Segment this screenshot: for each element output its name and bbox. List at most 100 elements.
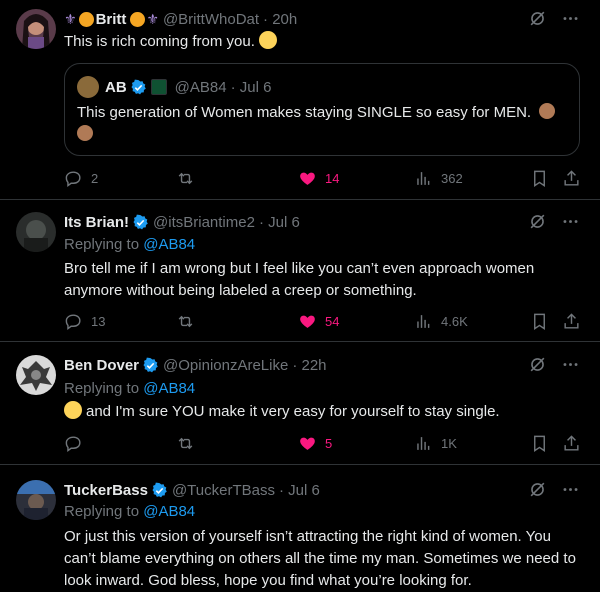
heart-icon bbox=[300, 437, 315, 450]
handle[interactable]: @OpinionzAreLike bbox=[163, 357, 288, 374]
verified-badge-icon bbox=[131, 79, 146, 94]
replying-to-link[interactable]: @AB84 bbox=[143, 503, 195, 520]
avatar[interactable] bbox=[77, 76, 99, 98]
replying-to-link[interactable]: @AB84 bbox=[143, 236, 195, 253]
verified-badge-icon bbox=[143, 357, 158, 372]
share-icon bbox=[564, 170, 579, 186]
replying-to-link[interactable]: @AB84 bbox=[143, 380, 195, 397]
like-button[interactable]: 54 bbox=[298, 312, 339, 331]
more-options-icon[interactable] bbox=[561, 355, 580, 374]
display-name[interactable]: Its Brian! bbox=[64, 214, 129, 231]
retweet-icon bbox=[178, 437, 193, 450]
display-name[interactable]: Ben Dover bbox=[64, 357, 139, 374]
share-button[interactable] bbox=[562, 312, 581, 331]
like-button[interactable]: 14 bbox=[298, 169, 339, 188]
replying-to-label: Replying to bbox=[64, 236, 140, 253]
bookmark-button[interactable] bbox=[530, 312, 549, 331]
avatar[interactable] bbox=[16, 212, 56, 252]
display-name[interactable]: AB bbox=[105, 79, 127, 96]
quoted-tweet[interactable]: AB @AB84 · Jul 6 This generation of Wome… bbox=[64, 63, 580, 156]
tweet[interactable]: ⚜ Britt ⚜ @BrittWhoDat · 20h This is ric… bbox=[0, 0, 600, 200]
like-count: 14 bbox=[325, 171, 340, 186]
rofl-emoji-icon bbox=[64, 401, 82, 419]
tweet-top-actions bbox=[528, 9, 580, 28]
more-options-icon[interactable] bbox=[561, 480, 580, 499]
tweet-header: Its Brian! @itsBriantime2 · Jul 6 bbox=[64, 212, 540, 232]
views-button[interactable]: 1K bbox=[414, 434, 457, 453]
share-button[interactable] bbox=[562, 434, 581, 453]
view-count: 362 bbox=[441, 171, 463, 186]
tweet[interactable]: Its Brian! @itsBriantime2 · Jul 6 Replyi… bbox=[0, 200, 600, 342]
retweet-button[interactable] bbox=[176, 434, 195, 453]
replying-to: Replying to @AB84 bbox=[64, 380, 195, 397]
handle[interactable]: @AB84 bbox=[175, 79, 227, 96]
views-button[interactable]: 4.6K bbox=[414, 312, 468, 331]
reply-icon bbox=[65, 314, 81, 331]
handle[interactable]: @TuckerTBass bbox=[172, 482, 275, 499]
tweet-actions: 2 14 362 bbox=[64, 169, 584, 189]
timestamp[interactable]: · 20h bbox=[263, 11, 297, 28]
pleading-face-icon bbox=[259, 31, 278, 49]
tweet[interactable]: TuckerBass @TuckerTBass · Jul 6 Replying… bbox=[0, 465, 600, 589]
share-icon bbox=[564, 435, 579, 451]
avatar[interactable] bbox=[16, 9, 56, 49]
handle[interactable]: @itsBriantime2 bbox=[153, 214, 255, 231]
tweet-text-content: This is rich coming from you. bbox=[64, 33, 255, 50]
replying-to-label: Replying to bbox=[64, 503, 140, 520]
bookmark-icon bbox=[534, 170, 545, 187]
reply-icon bbox=[65, 436, 81, 453]
views-button[interactable]: 362 bbox=[414, 169, 463, 188]
grok-icon[interactable] bbox=[528, 9, 547, 28]
tweet-actions: 13 54 4.6K bbox=[64, 312, 584, 332]
grok-icon[interactable] bbox=[528, 355, 547, 374]
grok-icon[interactable] bbox=[528, 480, 547, 499]
timestamp[interactable]: · Jul 6 bbox=[231, 79, 272, 96]
orange-circle-icon bbox=[78, 11, 94, 27]
timestamp[interactable]: · Jul 6 bbox=[259, 214, 300, 231]
retweet-button[interactable] bbox=[176, 312, 195, 331]
quote-text: This generation of Women makes staying S… bbox=[77, 102, 567, 146]
share-icon bbox=[564, 313, 579, 329]
tweet[interactable]: Ben Dover @OpinionzAreLike · 22h Replyin… bbox=[0, 342, 600, 465]
affiliate-badge-icon bbox=[150, 79, 167, 95]
man-shrugging-icon bbox=[539, 103, 556, 119]
views-icon bbox=[417, 437, 430, 450]
retweet-icon bbox=[178, 315, 193, 328]
reply-button[interactable]: 13 bbox=[64, 312, 105, 331]
replying-to: Replying to @AB84 bbox=[64, 236, 195, 253]
reply-icon bbox=[65, 171, 81, 188]
retweet-icon bbox=[178, 172, 193, 185]
avatar[interactable] bbox=[16, 355, 56, 395]
share-button[interactable] bbox=[562, 169, 581, 188]
avatar[interactable] bbox=[16, 480, 56, 520]
reply-count: 13 bbox=[91, 314, 106, 329]
replying-to-label: Replying to bbox=[64, 380, 140, 397]
man-shrugging-icon bbox=[77, 125, 93, 141]
bookmark-button[interactable] bbox=[530, 434, 549, 453]
retweet-button[interactable] bbox=[176, 169, 195, 188]
timestamp[interactable]: · Jul 6 bbox=[279, 482, 320, 499]
tweet-text: and I'm sure YOU make it very easy for y… bbox=[64, 401, 584, 423]
display-name[interactable]: Britt bbox=[96, 11, 127, 28]
verified-badge-icon bbox=[133, 214, 148, 229]
tweet-header: Ben Dover @OpinionzAreLike · 22h bbox=[64, 355, 540, 375]
grok-icon[interactable] bbox=[528, 212, 547, 231]
tweet-header: ⚜ Britt ⚜ @BrittWhoDat · 20h bbox=[64, 9, 540, 29]
timeline: ⚜ Britt ⚜ @BrittWhoDat · 20h This is ric… bbox=[0, 0, 600, 589]
tweet-text: Bro tell me if I am wrong but I feel lik… bbox=[64, 260, 535, 299]
like-button[interactable]: 5 bbox=[298, 434, 332, 453]
more-options-icon[interactable] bbox=[561, 212, 580, 231]
views-icon bbox=[417, 315, 430, 328]
more-options-icon[interactable] bbox=[561, 9, 580, 28]
bookmark-icon bbox=[534, 313, 545, 330]
timestamp[interactable]: · 22h bbox=[292, 357, 326, 374]
bookmark-button[interactable] bbox=[530, 169, 549, 188]
reply-count: 2 bbox=[91, 171, 99, 186]
fleur-de-lis-icon: ⚜ bbox=[64, 10, 77, 27]
reply-button[interactable] bbox=[64, 434, 83, 453]
replying-to: Replying to @AB84 bbox=[64, 503, 195, 520]
orange-circle-icon bbox=[130, 11, 146, 27]
display-name[interactable]: TuckerBass bbox=[64, 482, 148, 499]
reply-button[interactable]: 2 bbox=[64, 169, 98, 188]
handle[interactable]: @BrittWhoDat bbox=[163, 11, 259, 28]
